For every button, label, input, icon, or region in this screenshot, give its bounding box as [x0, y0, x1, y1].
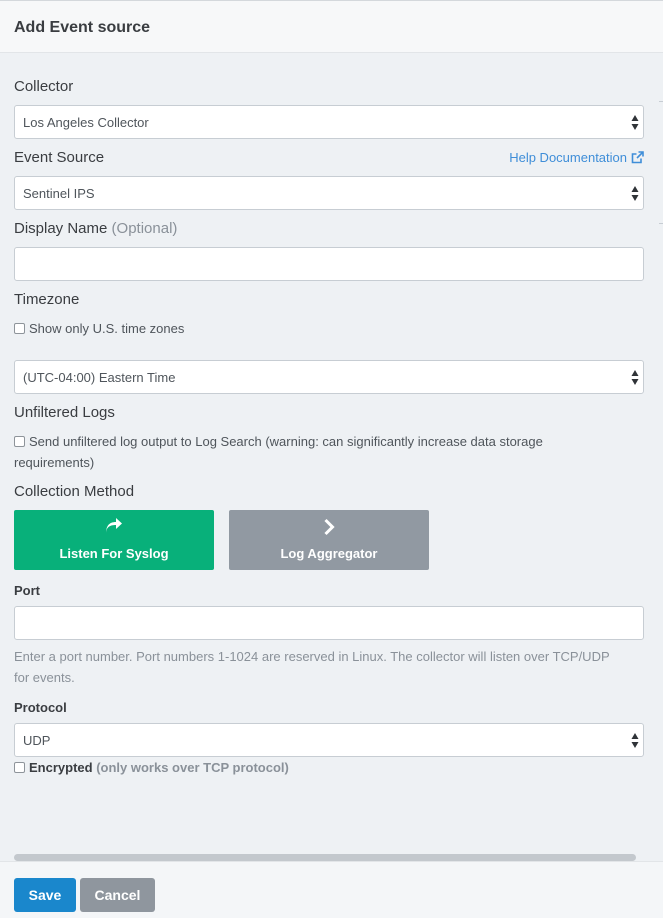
display-name-input[interactable] [14, 247, 644, 281]
log-aggregator-label: Log Aggregator [280, 546, 378, 561]
collector-label: Collector [14, 78, 74, 95]
unfiltered-logs-text-line1: Send unfiltered log output to Log Search… [29, 434, 543, 449]
event-source-select[interactable]: Sentinel IPS [14, 176, 644, 210]
select-arrows-icon [631, 370, 639, 385]
cancel-button[interactable]: Cancel [80, 878, 155, 912]
timezone-label: Timezone [14, 291, 80, 308]
event-source-label: Event Source [14, 149, 105, 166]
port-label: Port [14, 583, 40, 598]
help-documentation-label: Help Documentation [509, 150, 627, 165]
us-timezones-checkbox[interactable] [14, 323, 25, 334]
select-arrows-icon [631, 186, 639, 201]
dialog-title: Add Event source [14, 19, 151, 36]
encrypted-checkbox-row[interactable]: Encrypted (only works over TCP protocol) [14, 758, 289, 778]
us-timezones-label: Show only U.S. time zones [29, 321, 185, 336]
event-source-value: Sentinel IPS [23, 186, 95, 201]
external-link-icon [631, 151, 644, 164]
log-aggregator-button[interactable]: Log Aggregator [229, 510, 429, 570]
collection-method-label: Collection Method [14, 483, 135, 500]
encrypted-note: (only works over TCP protocol) [96, 760, 289, 775]
unfiltered-logs-text-line2: requirements) [14, 455, 95, 470]
display-name-label: Display Name (Optional) [14, 220, 177, 237]
collector-select[interactable]: Los Angeles Collector [14, 105, 644, 139]
protocol-label: Protocol [14, 700, 67, 715]
panel-edge-mark [659, 223, 663, 224]
timezone-value: (UTC-04:00) Eastern Time [23, 370, 176, 385]
listen-for-syslog-button[interactable]: Listen For Syslog [14, 510, 214, 570]
unfiltered-logs-label: Unfiltered Logs [14, 404, 115, 421]
display-name-label-text: Display Name [14, 220, 108, 237]
collector-value: Los Angeles Collector [23, 115, 149, 130]
help-documentation-link[interactable]: Help Documentation [509, 150, 644, 165]
protocol-value: UDP [23, 733, 51, 748]
port-hint-line1: Enter a port number. Port numbers 1-1024… [14, 649, 610, 664]
listen-for-syslog-label: Listen For Syslog [59, 546, 169, 561]
unfiltered-logs-checkbox[interactable] [14, 436, 25, 447]
optional-tag: (Optional) [111, 220, 178, 237]
select-arrows-icon [631, 733, 639, 748]
dialog-footer: Save Cancel [0, 861, 663, 918]
port-hint-line2: for events. [14, 670, 75, 685]
us-timezones-checkbox-row[interactable]: Show only U.S. time zones [14, 318, 184, 339]
port-input[interactable] [14, 606, 644, 640]
horizontal-scrollbar[interactable] [14, 854, 636, 861]
protocol-select[interactable]: UDP [14, 723, 644, 757]
chevron-right-icon [324, 518, 335, 536]
unfiltered-logs-checkbox-row[interactable]: Send unfiltered log output to Log Search… [14, 431, 644, 473]
save-button[interactable]: Save [14, 878, 76, 912]
dialog-header: Add Event source [0, 0, 663, 53]
encrypted-label: Encrypted [29, 760, 93, 775]
encrypted-checkbox[interactable] [14, 762, 25, 773]
port-hint: Enter a port number. Port numbers 1-1024… [14, 646, 644, 688]
timezone-select[interactable]: (UTC-04:00) Eastern Time [14, 360, 644, 394]
panel-edge-mark [659, 101, 663, 102]
select-arrows-icon [631, 115, 639, 130]
share-arrow-icon [106, 518, 122, 534]
